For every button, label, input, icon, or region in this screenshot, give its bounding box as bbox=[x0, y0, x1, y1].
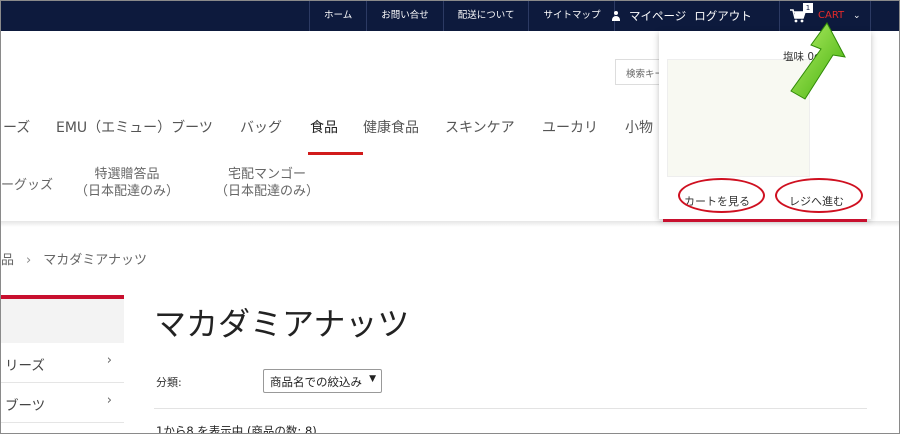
main-nav: ーズ EMU（エミュー）ブーツ バッグ 食品 健康食品 スキンケア ユーカリ 小… bbox=[1, 105, 661, 151]
active-nav-indicator bbox=[308, 152, 363, 155]
account-links: マイページ ログアウト bbox=[611, 1, 752, 31]
top-nav-sitemap[interactable]: サイトマップ bbox=[528, 1, 616, 31]
main-nav-item[interactable]: バッグ bbox=[240, 117, 282, 137]
cart-count-badge: 1 bbox=[803, 3, 813, 13]
green-arrow-icon bbox=[790, 22, 846, 100]
mypage-link[interactable]: マイページ bbox=[629, 1, 686, 31]
top-nav-contact[interactable]: お問い合せ bbox=[366, 1, 443, 31]
sidebar-item[interactable]: リーズ › bbox=[1, 343, 124, 383]
filter-label: 分類: bbox=[156, 376, 182, 389]
highlight-circle-view-cart bbox=[678, 178, 765, 213]
breadcrumb-parent[interactable]: 品 bbox=[1, 253, 14, 268]
sub-nav-mango-label: 宅配マンゴー （日本配達のみ） bbox=[215, 167, 320, 199]
page-frame: ホーム お問い合せ 配送について サイトマップ マイページ ログアウト 1 CA… bbox=[0, 0, 900, 434]
sidebar-item-label: ブーツ bbox=[5, 398, 46, 414]
caret-down-icon: ▼ bbox=[369, 374, 376, 384]
sub-nav-gift-label: 特選贈答品 （日本配達のみ） bbox=[75, 167, 180, 199]
dropdown-accent-line bbox=[663, 219, 867, 222]
breadcrumb-separator: › bbox=[26, 253, 32, 268]
page-title: マカダミアナッツ bbox=[154, 305, 410, 343]
logout-link[interactable]: ログアウト bbox=[694, 1, 752, 31]
main-nav-item[interactable]: 小物 bbox=[625, 117, 653, 137]
chevron-right-icon: › bbox=[106, 353, 112, 368]
sidebar-item-label: リーズ bbox=[5, 358, 45, 374]
sub-nav-item-mango[interactable]: 宅配マンゴー （日本配達のみ） bbox=[215, 166, 319, 200]
sub-nav-item-gift[interactable]: 特選贈答品 （日本配達のみ） bbox=[75, 166, 179, 200]
chevron-down-icon[interactable]: ⌄ bbox=[853, 1, 861, 31]
top-nav: ホーム お問い合せ 配送について サイトマップ bbox=[309, 1, 616, 31]
chevron-right-icon: › bbox=[106, 393, 112, 408]
main-nav-item[interactable]: ユーカリ bbox=[542, 117, 598, 137]
main-nav-item-active[interactable]: 食品 bbox=[310, 117, 338, 137]
top-nav-shipping[interactable]: 配送について bbox=[442, 1, 529, 31]
sidebar-item[interactable]: ブーツ › bbox=[1, 383, 124, 423]
highlight-circle-checkout bbox=[775, 178, 863, 213]
result-count: 1から8 を表示中 (商品の数: 8) bbox=[156, 424, 317, 434]
filter-select-value: 商品名での絞込み bbox=[270, 375, 362, 389]
person-icon bbox=[611, 10, 621, 22]
sub-nav-item[interactable]: ーグッズ bbox=[1, 177, 53, 194]
content-divider bbox=[154, 408, 867, 409]
main-nav-item[interactable]: ーズ bbox=[3, 117, 30, 137]
main-nav-item[interactable]: 健康食品 bbox=[363, 117, 419, 137]
breadcrumb: 品 › マカダミアナッツ bbox=[1, 249, 147, 268]
top-nav-home[interactable]: ホーム bbox=[309, 1, 366, 31]
sidebar-header bbox=[1, 299, 124, 343]
main-nav-item[interactable]: スキンケア bbox=[445, 117, 515, 137]
breadcrumb-current: マカダミアナッツ bbox=[43, 253, 147, 268]
filter-select[interactable]: 商品名での絞込み ▼ bbox=[263, 369, 382, 393]
main-nav-item[interactable]: EMU（エミュー）ブーツ bbox=[56, 117, 213, 137]
